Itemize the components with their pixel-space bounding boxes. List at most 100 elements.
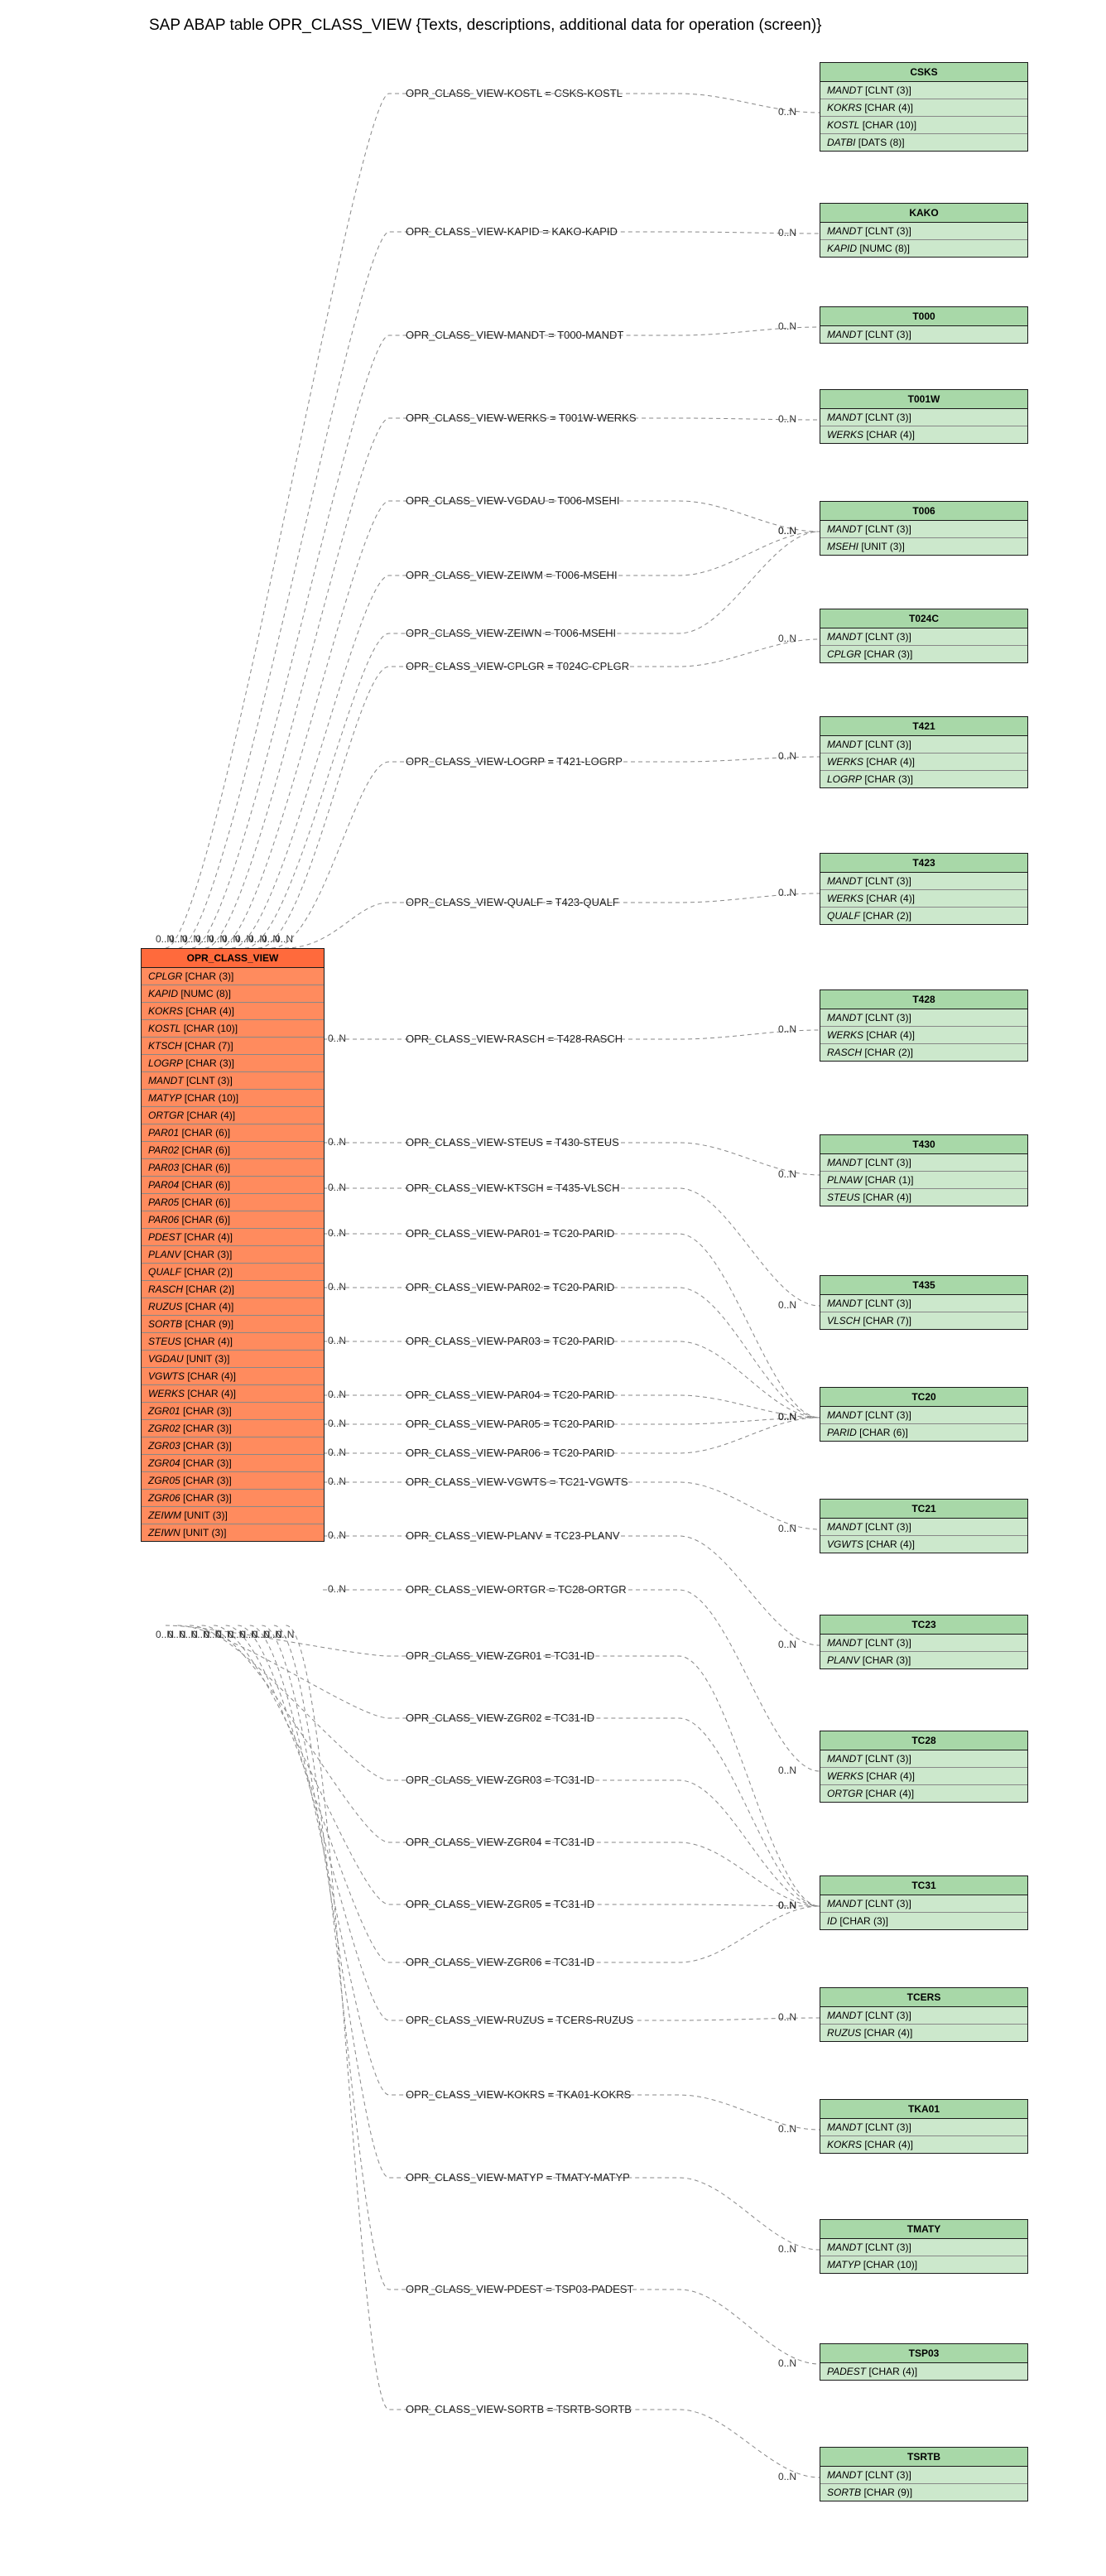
field-row: RUZUS [CHAR (4)] [820,2025,1027,2041]
entity-header: CSKS [820,63,1027,82]
entity-source: OPR_CLASS_VIEW CPLGR [CHAR (3)]KAPID [NU… [141,948,325,1542]
relation-label: OPR_CLASS_VIEW-PDEST = TSP03-PADEST [406,2283,633,2295]
field-row: MATYP [CHAR (10)] [820,2256,1027,2273]
field-row: QUALF [CHAR (2)] [820,908,1027,924]
field-row: KOKRS [CHAR (4)] [820,99,1027,117]
entity-tc28: TC28MANDT [CLNT (3)]WERKS [CHAR (4)]ORTG… [820,1731,1028,1803]
field-row: KAPID [NUMC (8)] [820,240,1027,257]
entity-header: T423 [820,854,1027,873]
er-diagram: SAP ABAP table OPR_CLASS_VIEW {Texts, de… [0,0,1106,2576]
cardinality-label: 0..N [778,2011,796,2023]
cardinality-label: 0..N [328,1033,346,1044]
field-row: MANDT [CLNT (3)] [820,82,1027,99]
field-row: MANDT [CLNT (3)] [820,1407,1027,1424]
field-row: CPLGR [CHAR (3)] [820,646,1027,662]
cardinality-label: 0..N [276,1629,294,1640]
field-row: MANDT [CLNT (3)] [820,2007,1027,2025]
relation-label: OPR_CLASS_VIEW-CPLGR = T024C-CPLGR [406,660,629,672]
entity-tc20: TC20MANDT [CLNT (3)]PARID [CHAR (6)] [820,1387,1028,1442]
relation-label: OPR_CLASS_VIEW-LOGRP = T421-LOGRP [406,755,623,768]
field-row: KOKRS [CHAR (4)] [820,2136,1027,2153]
field-row: MANDT [CLNT (3)] [820,2119,1027,2136]
field-row: ZGR05 [CHAR (3)] [142,1472,324,1490]
field-row: DATBI [DATS (8)] [820,134,1027,151]
field-row: ZEIWN [UNIT (3)] [142,1524,324,1541]
field-row: PLANV [CHAR (3)] [820,1652,1027,1668]
entity-source-fields: CPLGR [CHAR (3)]KAPID [NUMC (8)]KOKRS [C… [142,968,324,1541]
cardinality-label: 0..N [778,1765,796,1776]
relation-label: OPR_CLASS_VIEW-MANDT = T000-MANDT [406,329,623,341]
cardinality-label: 0..N [328,1418,346,1429]
field-row: WERKS [CHAR (4)] [142,1385,324,1403]
relation-label: OPR_CLASS_VIEW-ZGR01 = TC31-ID [406,1649,594,1662]
entity-tc23: TC23MANDT [CLNT (3)]PLANV [CHAR (3)] [820,1615,1028,1669]
cardinality-label: 0..N [778,106,796,118]
cardinality-label: 0..N [778,320,796,332]
cardinality-label: 0..N [328,1447,346,1458]
cardinality-label: 0..N [778,1523,796,1534]
field-row: PARID [CHAR (6)] [820,1424,1027,1441]
entity-tmaty: TMATYMANDT [CLNT (3)]MATYP [CHAR (10)] [820,2219,1028,2274]
field-row: ZEIWM [UNIT (3)] [142,1507,324,1524]
field-row: WERKS [CHAR (4)] [820,1768,1027,1785]
field-row: MANDT [CLNT (3)] [820,873,1027,890]
field-row: KOKRS [CHAR (4)] [142,1003,324,1020]
field-row: WERKS [CHAR (4)] [820,1027,1027,1044]
relation-label: OPR_CLASS_VIEW-PAR03 = TC20-PARID [406,1335,614,1347]
page-title: SAP ABAP table OPR_CLASS_VIEW {Texts, de… [149,17,822,35]
entity-tc31: TC31MANDT [CLNT (3)]ID [CHAR (3)] [820,1875,1028,1930]
entity-tc21: TC21MANDT [CLNT (3)]VGWTS [CHAR (4)] [820,1499,1028,1553]
cardinality-label: 0..N [328,1583,346,1595]
field-row: MANDT [CLNT (3)] [820,1009,1027,1027]
cardinality-label: 0..N [778,1299,796,1311]
field-row: MANDT [CLNT (3)] [820,326,1027,343]
relation-label: OPR_CLASS_VIEW-RUZUS = TCERS-RUZUS [406,2014,633,2026]
field-row: MANDT [CLNT (3)] [820,736,1027,754]
relation-label: OPR_CLASS_VIEW-ZGR05 = TC31-ID [406,1898,594,1910]
entity-tcers: TCERSMANDT [CLNT (3)]RUZUS [CHAR (4)] [820,1987,1028,2042]
cardinality-label: 0..N [328,1227,346,1239]
cardinality-label: 0..N [778,1411,796,1423]
entity-tka01: TKA01MANDT [CLNT (3)]KOKRS [CHAR (4)] [820,2099,1028,2154]
field-row: PAR06 [CHAR (6)] [142,1211,324,1229]
cardinality-label: 0..N [778,887,796,898]
entity-t001w: T001WMANDT [CLNT (3)]WERKS [CHAR (4)] [820,389,1028,444]
field-row: MANDT [CLNT (3)] [820,2467,1027,2484]
entity-t430: T430MANDT [CLNT (3)]PLNAW [CHAR (1)]STEU… [820,1134,1028,1206]
cardinality-label: 0..N [778,1023,796,1035]
field-row: PAR05 [CHAR (6)] [142,1194,324,1211]
cardinality-label: 0..N [778,750,796,762]
relation-label: OPR_CLASS_VIEW-PAR01 = TC20-PARID [406,1227,614,1240]
cardinality-label: 0..N [328,1389,346,1400]
field-row: MSEHI [UNIT (3)] [820,538,1027,555]
field-row: VGWTS [CHAR (4)] [820,1536,1027,1553]
entity-t024c: T024CMANDT [CLNT (3)]CPLGR [CHAR (3)] [820,609,1028,663]
entity-t006: T006MANDT [CLNT (3)]MSEHI [UNIT (3)] [820,501,1028,556]
field-row: ORTGR [CHAR (4)] [142,1107,324,1124]
relation-label: OPR_CLASS_VIEW-ZGR06 = TC31-ID [406,1956,594,1968]
relation-label: OPR_CLASS_VIEW-ZGR03 = TC31-ID [406,1774,594,1786]
entity-header: TC21 [820,1500,1027,1519]
relation-label: OPR_CLASS_VIEW-KAPID = KAKO-KAPID [406,225,618,238]
field-row: PAR01 [CHAR (6)] [142,1124,324,1142]
entity-header: T435 [820,1276,1027,1295]
field-row: LOGRP [CHAR (3)] [820,771,1027,787]
field-row: PADEST [CHAR (4)] [820,2363,1027,2380]
entity-header: T421 [820,717,1027,736]
relation-label: OPR_CLASS_VIEW-STEUS = T430-STEUS [406,1136,619,1148]
cardinality-label: 0..N [778,525,796,537]
cardinality-label: 0..N [778,1168,796,1180]
field-row: VGWTS [CHAR (4)] [142,1368,324,1385]
cardinality-label: 0..N [778,2123,796,2135]
field-row: CPLGR [CHAR (3)] [142,968,324,985]
field-row: MANDT [CLNT (3)] [820,1154,1027,1172]
entity-kako: KAKOMANDT [CLNT (3)]KAPID [NUMC (8)] [820,203,1028,258]
entity-header: TC28 [820,1731,1027,1750]
field-row: ZGR04 [CHAR (3)] [142,1455,324,1472]
field-row: KOSTL [CHAR (10)] [820,117,1027,134]
relation-label: OPR_CLASS_VIEW-RASCH = T428-RASCH [406,1033,623,1045]
cardinality-label: 0..N [778,227,796,238]
field-row: ID [CHAR (3)] [820,1913,1027,1929]
entity-header: T428 [820,990,1027,1009]
relation-label: OPR_CLASS_VIEW-ZGR02 = TC31-ID [406,1712,594,1724]
